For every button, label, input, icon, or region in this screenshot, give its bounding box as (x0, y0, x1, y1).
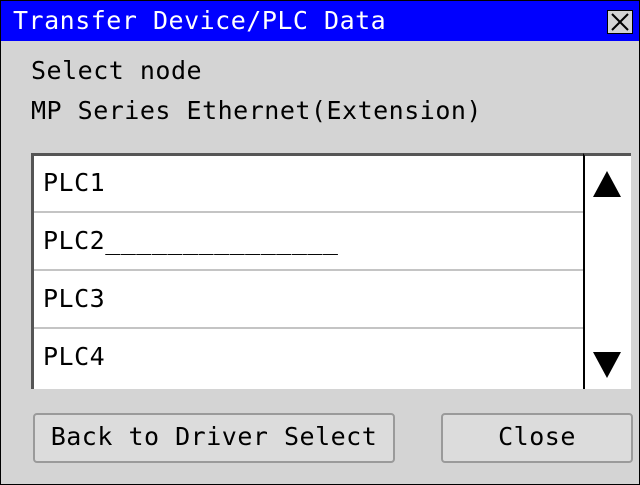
back-to-driver-select-button[interactable]: Back to Driver Select (33, 413, 395, 463)
list-item-label: PLC1 (43, 168, 106, 197)
list-item-label: PLC2_______________ (43, 226, 339, 255)
list-item-label: PLC3 (43, 284, 106, 313)
node-list: PLC1 PLC2_______________ PLC3 PLC4 (31, 153, 583, 389)
list-item[interactable]: PLC2_______________ (34, 214, 583, 271)
scroll-up-icon[interactable] (592, 170, 622, 202)
title-bar: Transfer Device/PLC Data (1, 1, 639, 41)
scroll-down-icon[interactable] (592, 351, 622, 383)
close-icon[interactable] (607, 10, 633, 34)
close-button[interactable]: Close (441, 413, 633, 463)
window-title: Transfer Device/PLC Data (13, 6, 387, 35)
list-item[interactable]: PLC3 (34, 272, 583, 329)
list-item[interactable]: PLC4 (34, 330, 583, 387)
list-item-label: PLC4 (43, 342, 106, 371)
transfer-dialog: Transfer Device/PLC Data Select node MP … (0, 0, 640, 485)
driver-name: MP Series Ethernet(Extension) (31, 96, 482, 125)
instruction-text: Select node (31, 56, 203, 85)
list-scrollbar[interactable] (583, 153, 631, 389)
list-item[interactable]: PLC1 (34, 156, 583, 213)
